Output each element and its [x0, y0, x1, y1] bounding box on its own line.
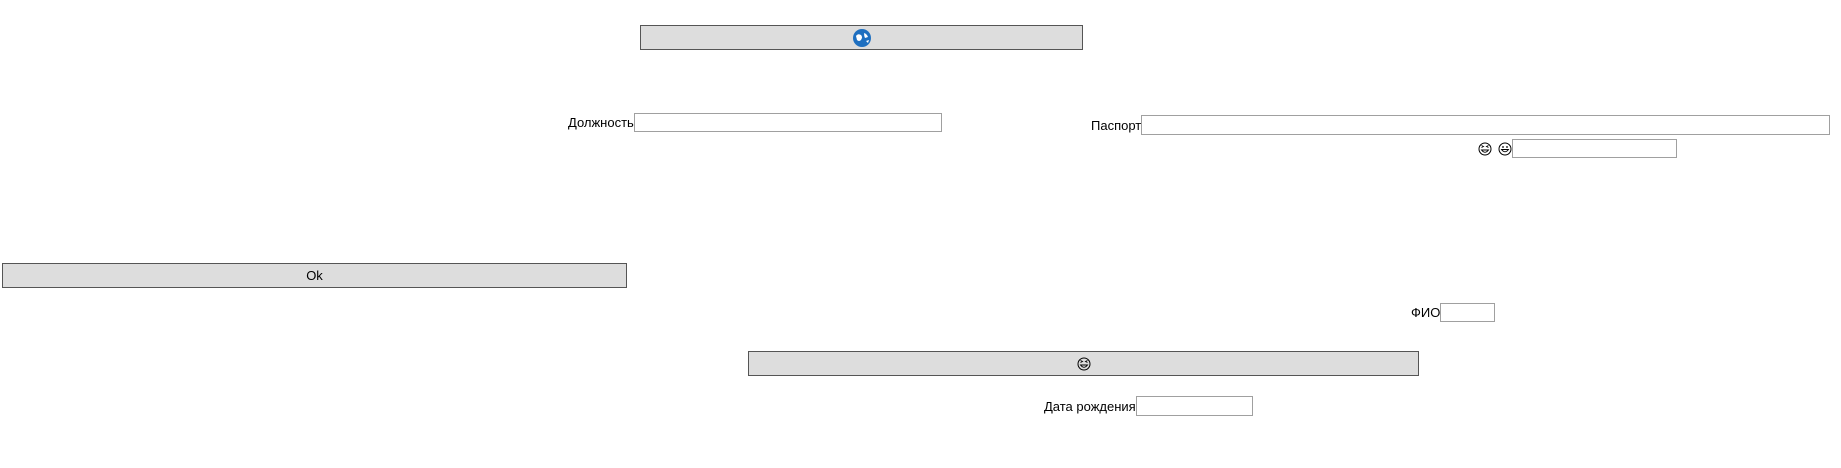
emoji-input[interactable] [1512, 139, 1677, 158]
emoji-field [1478, 139, 1677, 158]
globe-refresh-icon [852, 28, 871, 47]
position-field: Должность [568, 113, 942, 132]
birth-date-input[interactable] [1135, 396, 1253, 416]
refresh-button[interactable] [640, 25, 1083, 50]
passport-label: Паспорт [1091, 117, 1142, 133]
full-name-field: ФИО [1411, 303, 1496, 322]
full-name-input[interactable] [1440, 303, 1496, 322]
full-name-label: ФИО [1411, 305, 1441, 320]
grinning-face-icon [1498, 142, 1512, 155]
app-window: Должность Паспорт Ok ФИО Дата рождения [0, 0, 1841, 468]
birth-date-field: Дата рождения [1044, 396, 1253, 416]
passport-input[interactable] [1141, 115, 1831, 135]
grinning-squint-face-icon [1478, 142, 1492, 155]
position-label: Должность [568, 115, 634, 130]
position-input[interactable] [633, 113, 942, 132]
passport-field: Паспорт [1091, 115, 1831, 135]
grinning-squint-face-icon [1077, 357, 1090, 370]
birth-date-label: Дата рождения [1044, 398, 1136, 414]
emoji-button[interactable] [748, 351, 1419, 376]
ok-button[interactable]: Ok [2, 263, 627, 288]
